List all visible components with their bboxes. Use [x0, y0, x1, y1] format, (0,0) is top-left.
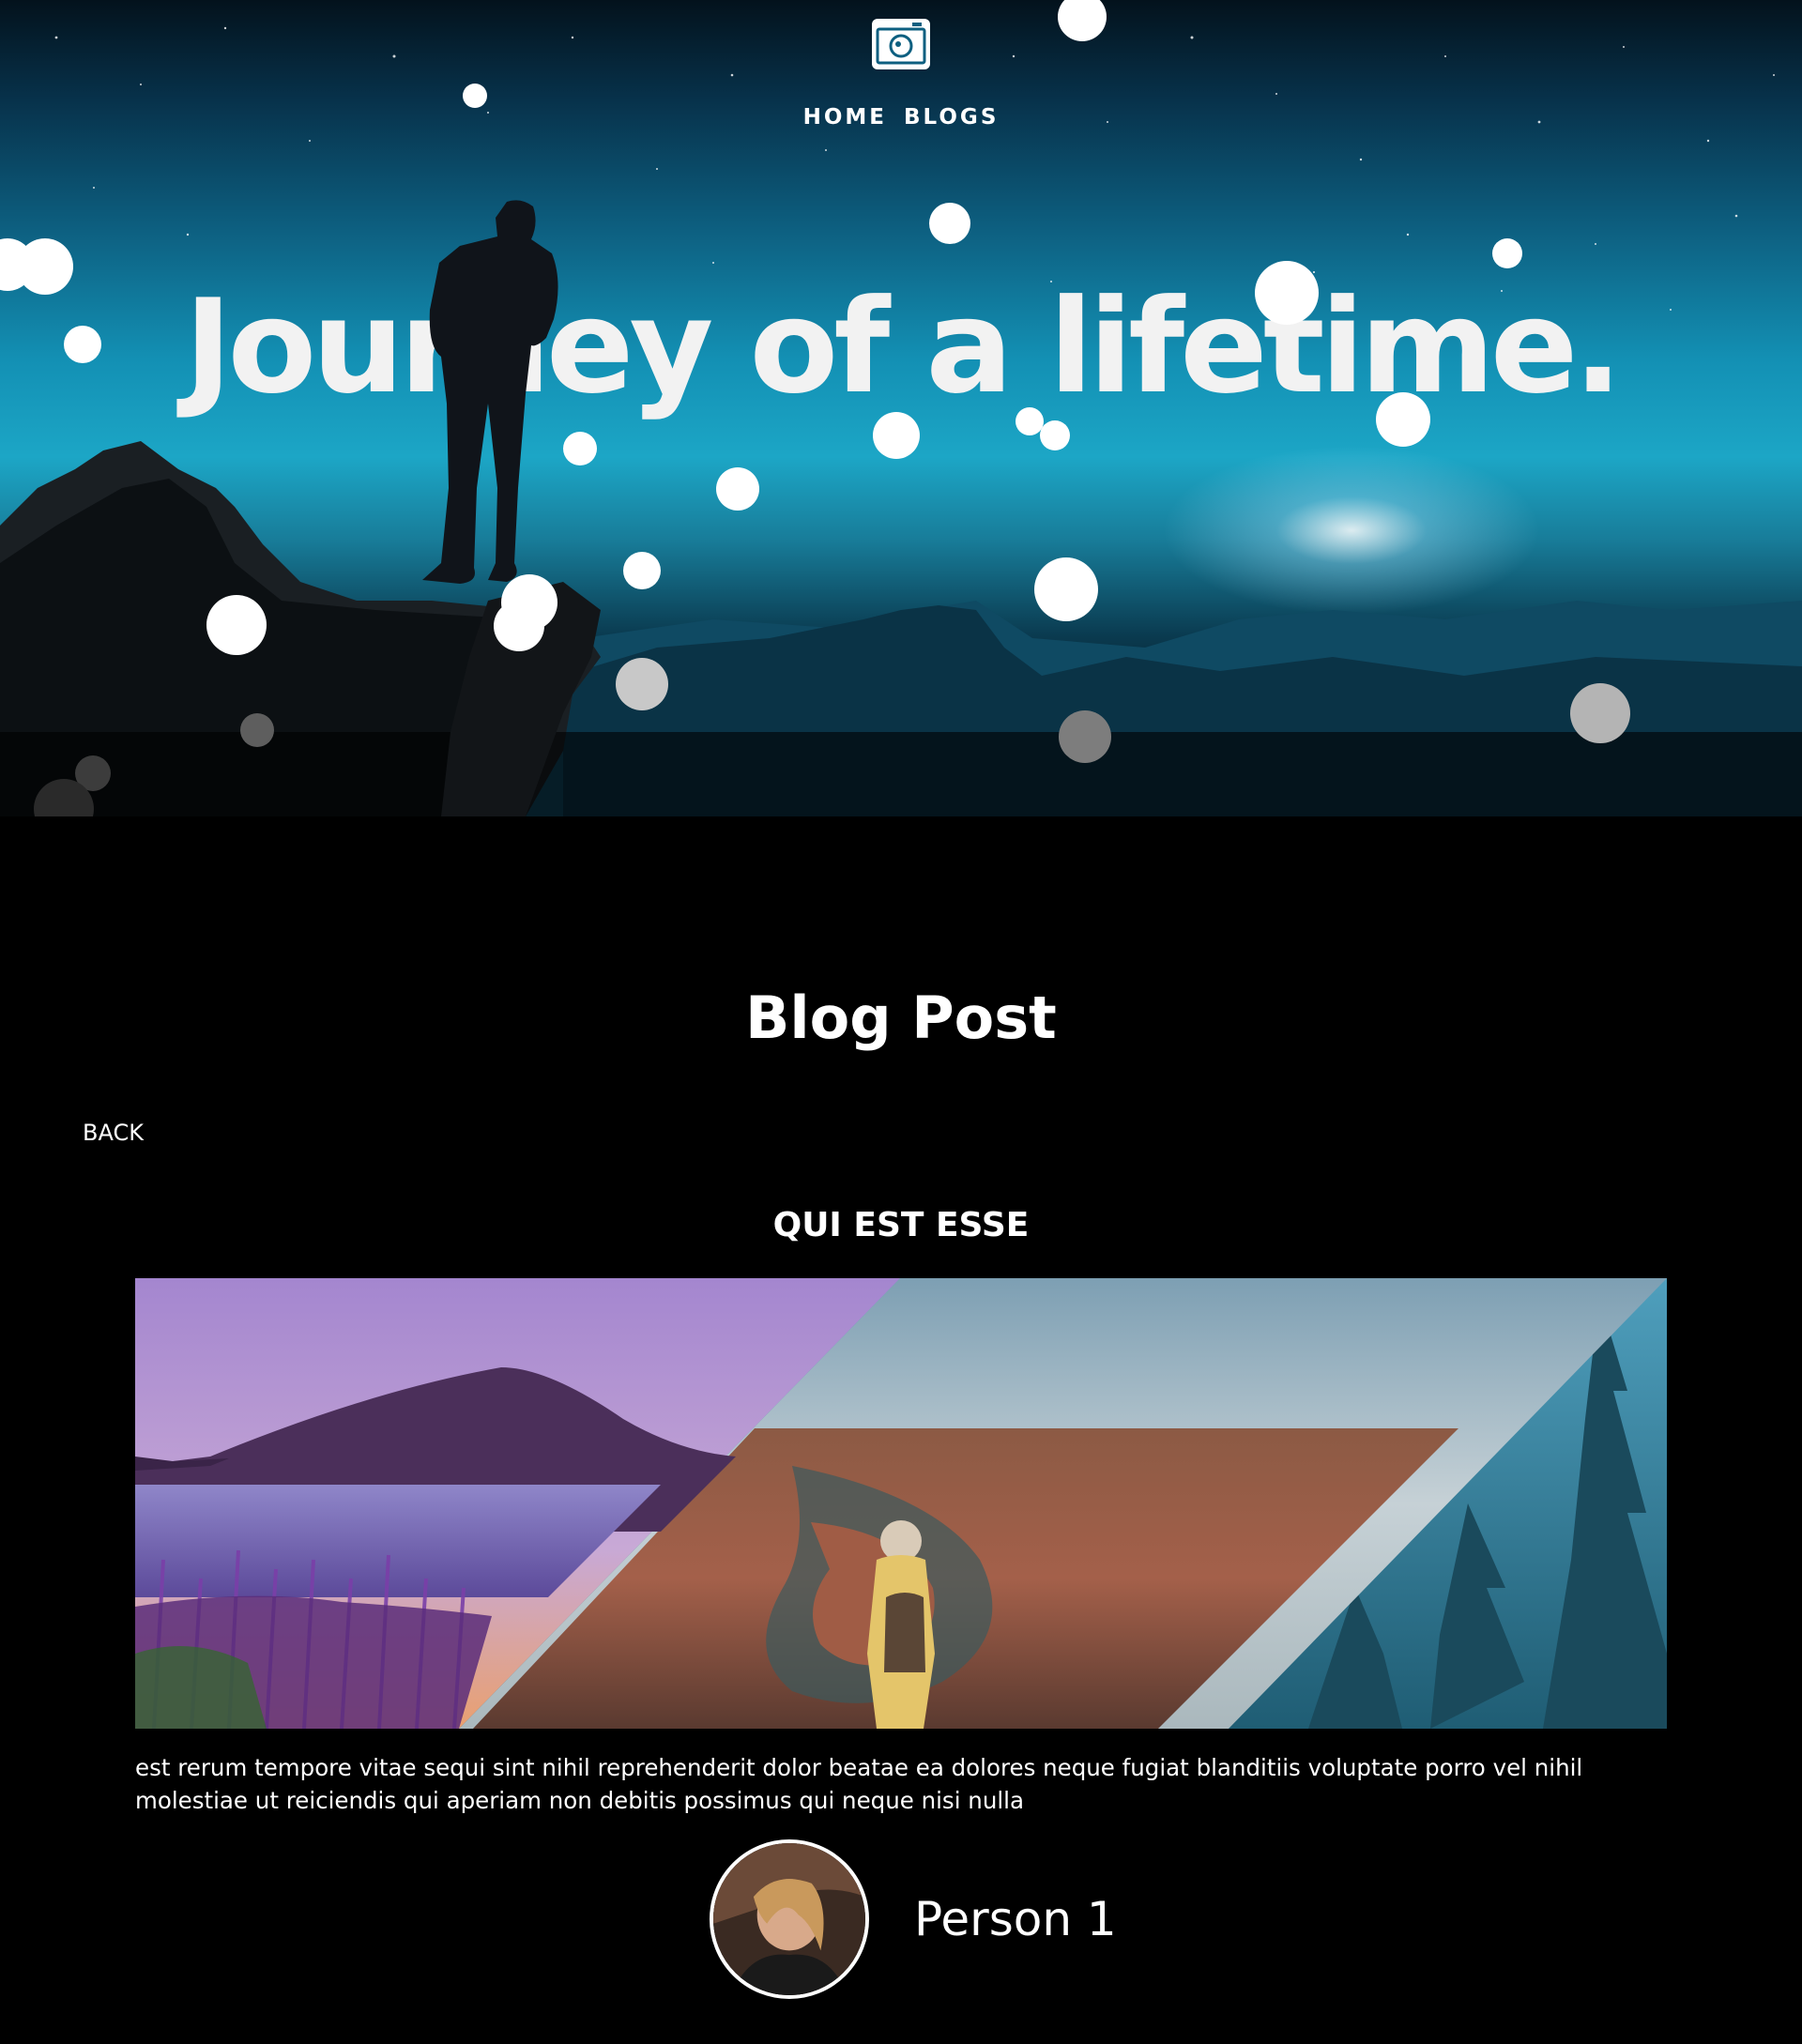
author-name: Person 1	[914, 1892, 1117, 1946]
author-card: Person 1	[710, 1839, 1117, 1999]
section-title: Blog Post	[745, 984, 1057, 1052]
bubble	[1034, 557, 1098, 621]
hero-section: HOME BLOGS Journey of a lifetime.	[0, 0, 1802, 816]
bubble	[1058, 0, 1107, 41]
bubble	[17, 238, 73, 295]
bubble	[240, 713, 274, 747]
bubble	[1492, 238, 1522, 268]
post-title: QUI EST ESSE	[772, 1206, 1030, 1244]
post-banner-image	[135, 1278, 1667, 1729]
bubble	[929, 203, 970, 244]
bubble	[463, 84, 487, 108]
bubble	[716, 467, 759, 511]
bubble	[206, 595, 267, 655]
bubble	[623, 552, 661, 589]
bubble	[494, 601, 544, 651]
bubble	[64, 326, 101, 363]
back-link[interactable]: BACK	[83, 1120, 144, 1146]
avatar[interactable]	[710, 1839, 869, 1999]
post-body: est rerum tempore vitae sequi sint nihil…	[135, 1754, 1583, 1814]
bubble	[1040, 420, 1070, 450]
bubble	[1570, 683, 1630, 743]
bubble	[616, 658, 668, 710]
decorative-bubbles	[0, 0, 1802, 816]
bubble	[873, 412, 920, 459]
bubble	[1376, 392, 1430, 447]
bubble	[1059, 710, 1111, 763]
bubble	[563, 432, 597, 465]
bubble	[1255, 261, 1319, 325]
